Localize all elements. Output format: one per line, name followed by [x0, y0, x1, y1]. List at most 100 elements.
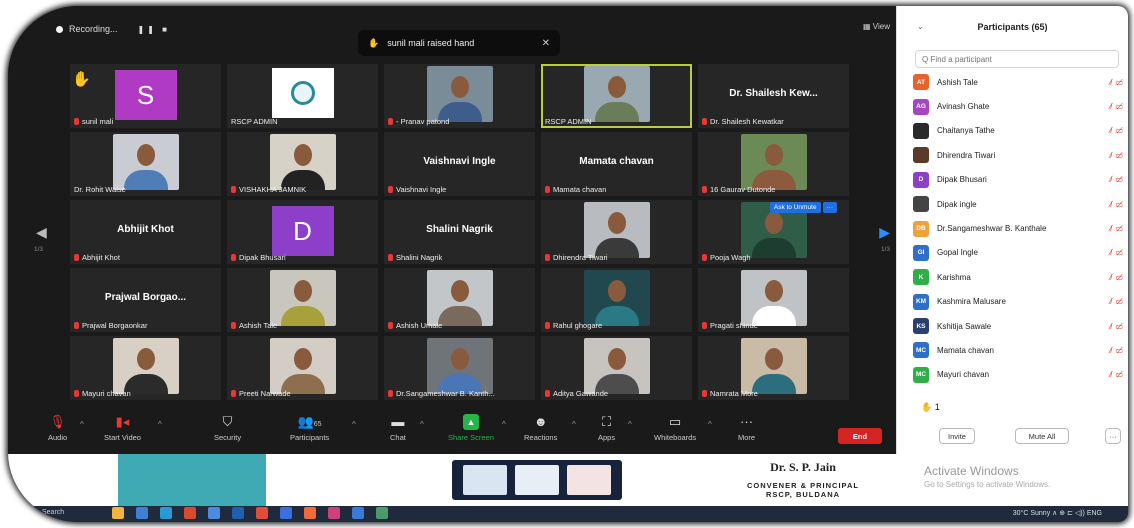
video-tile[interactable]: Shalini Nagrik Shalini Nagrik: [384, 200, 535, 264]
taskbar-app-icon[interactable]: [136, 507, 148, 519]
participant-row[interactable]: Chaitanya Tathe ⁄̸ ▭̸: [913, 119, 1123, 143]
video-tile[interactable]: Dr.Sangameshwar B. Kanth...: [384, 336, 535, 400]
system-tray[interactable]: 30°C Sunny ∧ ⊕ ⊏ ◁)) ENG: [1013, 509, 1102, 517]
more-button[interactable]: ··· More: [738, 414, 755, 442]
video-grid: Ssunil mali RSCP ADMIN - Pranav patond RSCP…: [70, 64, 849, 402]
participants-options-chevron-icon[interactable]: ^: [352, 420, 356, 429]
view-button[interactable]: ▦ View: [863, 22, 890, 31]
share-screen-button[interactable]: ▲ Share Screen: [448, 414, 494, 442]
recording-controls[interactable]: ❚❚ ■: [138, 25, 170, 34]
video-tile[interactable]: Mayuri chavan: [70, 336, 221, 400]
participant-search-input[interactable]: [915, 50, 1119, 68]
apps-options-chevron-icon[interactable]: ^: [628, 420, 632, 429]
taskbar-app-icon[interactable]: [112, 507, 124, 519]
participant-row[interactable]: GI Gopal Ingle ⁄̸ ▭̸: [913, 241, 1123, 265]
taskbar-app-icon[interactable]: [256, 507, 268, 519]
video-tile[interactable]: 16 Gaurav Dutonde: [698, 132, 849, 196]
taskbar-app-icon[interactable]: [352, 507, 364, 519]
video-tile[interactable]: RSCP ADMIN: [541, 64, 692, 128]
video-tile[interactable]: VISHAKHA JAMNIK: [227, 132, 378, 196]
whiteboards-options-chevron-icon[interactable]: ^: [708, 420, 712, 429]
taskbar-app-icon[interactable]: [232, 507, 244, 519]
taskbar-app-icon[interactable]: [184, 507, 196, 519]
taskbar-search[interactable]: Search: [42, 509, 64, 516]
participant-display-name: Prajwal Borgao...: [104, 292, 187, 303]
reactions-options-chevron-icon[interactable]: ^: [572, 420, 576, 429]
video-tile[interactable]: Mamata chavan Mamata chavan: [541, 132, 692, 196]
participant-name: Dr.Sangameshwar B. Kanthale: [937, 224, 1047, 234]
audio-options-chevron-icon[interactable]: ^: [80, 420, 84, 429]
participant-row[interactable]: MC Mayuri chavan ⁄̸ ▭̸: [913, 363, 1123, 387]
video-tile[interactable]: Ashish Umale: [384, 268, 535, 332]
participant-display-name: Vaishnavi Ingle: [423, 156, 496, 167]
video-tile[interactable]: Dr. Shailesh Kew... Dr. Shailesh Kewatkar: [698, 64, 849, 128]
participant-row[interactable]: AT Ashish Tale ⁄̸ ▭̸: [913, 70, 1123, 94]
chat-button[interactable]: ▬ Chat: [390, 414, 406, 442]
participant-row[interactable]: D Dipak Bhusari ⁄̸ ▭̸: [913, 168, 1123, 192]
banner-accent-block: [118, 454, 266, 506]
video-tile[interactable]: Preeti Narwade: [227, 336, 378, 400]
audio-button[interactable]: 🎙 Audio: [48, 414, 67, 442]
video-tile[interactable]: Abhijit Khot Abhijit Khot: [70, 200, 221, 264]
participant-name: Dipak ingle: [937, 199, 977, 209]
microphone-muted-icon: ⁄̸: [1110, 150, 1112, 160]
participant-name: Mayuri chavan: [82, 389, 131, 398]
participant-row[interactable]: KM Kashmira Malusare ⁄̸ ▭̸: [913, 290, 1123, 314]
taskbar-app-icon[interactable]: [280, 507, 292, 519]
video-tile[interactable]: Dhirendra Tiwari: [541, 200, 692, 264]
microphone-muted-icon: [231, 390, 236, 397]
invite-button[interactable]: Invite: [939, 428, 975, 444]
participant-row[interactable]: AG Avinash Ghate ⁄̸ ▭̸: [913, 94, 1123, 118]
mute-all-button[interactable]: Mute All: [1015, 428, 1069, 444]
notification-text: sunil mali raised hand: [387, 38, 475, 48]
taskbar-app-icon[interactable]: [304, 507, 316, 519]
video-tile[interactable]: Pragati shinde: [698, 268, 849, 332]
taskbar-app-icon[interactable]: [328, 507, 340, 519]
video-tile[interactable]: - Pranav patond: [384, 64, 535, 128]
next-page-arrow-icon[interactable]: ▶: [879, 224, 890, 241]
video-options-chevron-icon[interactable]: ^: [158, 420, 162, 429]
tile-caption: Rahul ghogare: [545, 321, 688, 330]
video-tile[interactable]: Ashish Tale: [227, 268, 378, 332]
participant-row[interactable]: K Karishma ⁄̸ ▭̸: [913, 265, 1123, 289]
tile-more-button[interactable]: ···: [822, 202, 837, 213]
microphone-muted-icon: [388, 254, 393, 261]
participant-name: RSCP ADMIN: [231, 117, 278, 126]
taskbar-app-icon[interactable]: [376, 507, 388, 519]
security-button[interactable]: ⛉ Security: [214, 414, 241, 442]
participant-row[interactable]: Dipak ingle ⁄̸ ▭̸: [913, 192, 1123, 216]
close-icon[interactable]: ✕: [542, 38, 550, 49]
video-tile[interactable]: D Dipak Bhusari: [227, 200, 378, 264]
panel-more-button[interactable]: ···: [1105, 428, 1121, 444]
microphone-muted-icon: ⁄̸: [1110, 370, 1112, 380]
slide-thumbnail: [567, 465, 611, 495]
video-tile[interactable]: RSCP ADMIN: [227, 64, 378, 128]
start-video-button[interactable]: ▮◂ Start Video: [104, 414, 141, 442]
recording-indicator[interactable]: Recording... ❚❚ ■: [56, 20, 170, 38]
video-tile[interactable]: Rahul ghogare: [541, 268, 692, 332]
video-tile[interactable]: Vaishnavi Ingle Vaishnavi Ingle: [384, 132, 535, 196]
share-options-chevron-icon[interactable]: ^: [502, 420, 506, 429]
video-tile[interactable]: Ssunil mali: [70, 64, 221, 128]
participant-row[interactable]: Dhirendra Tiwari ⁄̸ ▭̸: [913, 143, 1123, 167]
ask-to-unmute-button[interactable]: Ask to Unmute: [769, 202, 821, 213]
whiteboards-button[interactable]: ▭ Whiteboards: [654, 414, 696, 442]
participant-name: Aditya Gawande: [553, 389, 609, 398]
video-tile[interactable]: Prajwal Borgao... Prajwal Borgaonkar: [70, 268, 221, 332]
apps-button[interactable]: ⛶ Apps: [598, 414, 615, 442]
video-tile[interactable]: Namrata More: [698, 336, 849, 400]
taskbar-app-icon[interactable]: [160, 507, 172, 519]
end-meeting-button[interactable]: End: [838, 428, 882, 444]
participant-row[interactable]: DB Dr.Sangameshwar B. Kanthale ⁄̸ ▭̸: [913, 216, 1123, 240]
participant-row[interactable]: MC Mamata chavan ⁄̸ ▭̸: [913, 338, 1123, 362]
taskbar-app-icon[interactable]: [208, 507, 220, 519]
participants-button[interactable]: 👥65 Participants: [290, 414, 329, 442]
video-tile[interactable]: Dr. Rohit Walse: [70, 132, 221, 196]
chat-options-chevron-icon[interactable]: ^: [420, 420, 424, 429]
reactions-button[interactable]: ☻ Reactions: [524, 414, 557, 442]
video-tile[interactable]: Ask to Unmute ··· Pooja Wagh: [698, 200, 849, 264]
microphone-muted-icon: [702, 322, 707, 329]
participant-row[interactable]: KS Kshitija Sawale ⁄̸ ▭̸: [913, 314, 1123, 338]
previous-page-arrow-icon[interactable]: ◀: [36, 224, 47, 241]
video-tile[interactable]: Aditya Gawande: [541, 336, 692, 400]
